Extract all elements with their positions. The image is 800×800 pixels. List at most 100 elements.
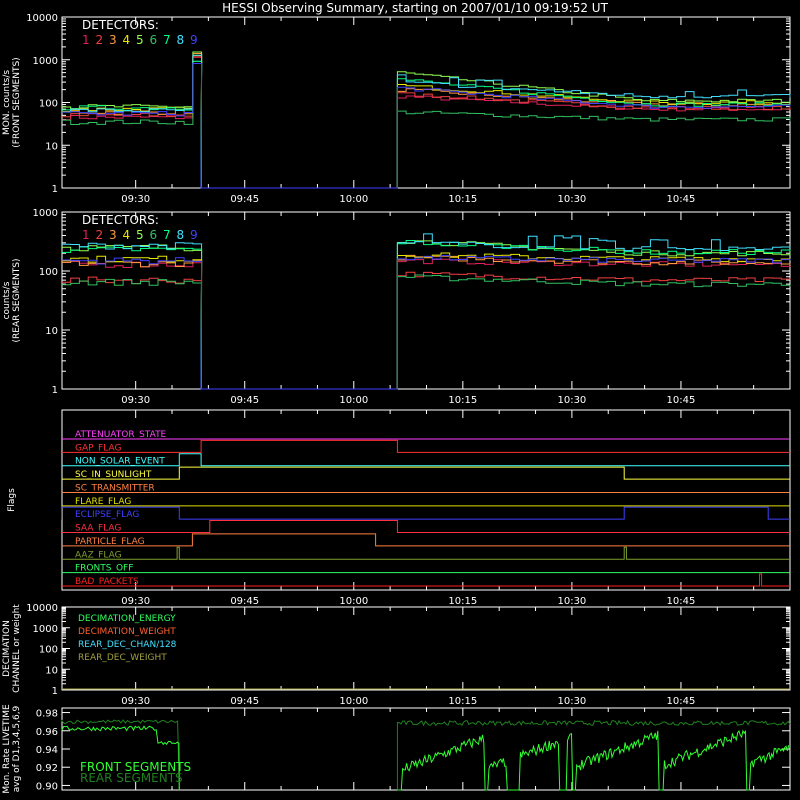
y-axis-label-flags: Flags — [7, 488, 17, 512]
flag-label-fronts-off: FRONTS_OFF — [75, 564, 133, 574]
y-axis-label-line: Mon. Rate LIVETIME — [2, 704, 12, 794]
y-axis-label-line: counts/s — [2, 281, 12, 319]
legend-detector-9: 9 — [190, 228, 198, 242]
y-axis-label-rear: counts/s(REAR SEGMENTS) — [2, 258, 22, 342]
legend-detector-3: 3 — [109, 228, 117, 242]
series-detector-5 — [62, 51, 791, 189]
y-axis-label-decimation: DECIMATIONCHANNEL or weight — [2, 604, 22, 693]
flag-line-particle-flag — [62, 533, 790, 547]
flag-label-saa-flag: SAA_FLAG — [75, 524, 121, 534]
flag-label-gap-flag: GAP_FLAG — [75, 443, 121, 453]
x-tick-label: 09:30 — [121, 395, 150, 406]
y-axis-label-front: MON. counts/s(FRONT SEGMENTS) — [2, 57, 22, 147]
legend-detector-7: 7 — [163, 228, 171, 242]
y-axis-label-line: CHANNEL or weight — [12, 604, 22, 693]
series-detector-6 — [62, 274, 791, 390]
y-tick-label: 1 — [52, 686, 58, 697]
legend-detector-7: 7 — [163, 33, 171, 47]
x-tick-label: 09:30 — [121, 194, 150, 205]
flag-label-sc-transmitter: SC_TRANSMITTER — [75, 483, 155, 493]
y-tick-label: 10 — [45, 665, 58, 676]
legend-detector-8: 8 — [177, 228, 185, 242]
x-tick-label: 10:45 — [667, 395, 696, 406]
flag-label-eclipse-flag: ECLIPSE_FLAG — [75, 510, 139, 520]
panel-box — [61, 16, 791, 189]
flag-line-aaz-flag — [62, 546, 790, 560]
x-tick-label: 10:15 — [448, 596, 477, 607]
y-axis-label-line: DECIMATION — [2, 620, 12, 677]
y-tick-label: 10 — [45, 141, 58, 152]
legend-title: DETECTORS: — [82, 18, 159, 32]
y-axis-label-line: (REAR SEGMENTS) — [12, 258, 22, 342]
y-tick-label: 1000 — [33, 208, 58, 219]
legend-detector-9: 9 — [190, 33, 198, 47]
x-tick-label: 10:30 — [557, 395, 586, 406]
flag-label-aaz-flag: AAZ_FLAG — [75, 550, 122, 560]
decimation-legend-item: REAR_DEC_CHAN/128 — [78, 640, 177, 650]
legend-detector-1: 1 — [82, 228, 90, 242]
hessi-summary-chart: HESSI Observing Summary, starting on 200… — [2, 1, 791, 794]
legend-detector-4: 4 — [123, 33, 131, 47]
x-tick-label: 10:45 — [667, 194, 696, 205]
y-tick-label: 10 — [45, 326, 58, 337]
y-axis-label-line: Flags — [7, 488, 17, 512]
decimation-legend-item: DECIMATION_WEIGHT — [78, 627, 176, 637]
x-tick-label: 10:15 — [448, 194, 477, 205]
x-tick-label: 10:00 — [339, 696, 368, 707]
flag-line-eclipse-flag — [61, 506, 790, 520]
legend-detector-2: 2 — [96, 228, 104, 242]
livetime-legend-item: REAR SEGMENTS — [80, 771, 183, 785]
y-tick-label: 1000 — [33, 624, 58, 635]
chart-title: HESSI Observing Summary, starting on 200… — [222, 1, 608, 15]
panel-frame: 09:30 09:45 10:00 10:15 10:30 10:45 — [61, 409, 791, 607]
series-detector-2 — [62, 271, 791, 390]
series-detector-1 — [62, 56, 791, 189]
y-tick-label: 10000 — [26, 603, 58, 614]
x-tick-label: 09:45 — [230, 395, 259, 406]
series-detector-4 — [62, 252, 791, 390]
decimation-legend-item: REAR_DEC_WEIGHT — [78, 653, 167, 663]
x-tick-label: 10:30 — [557, 696, 586, 707]
flag-label-particle-flag: PARTICLE_FLAG — [75, 537, 145, 547]
decimation-legend-item: DECIMATION_ENERGY — [78, 614, 176, 624]
x-tick-label: 10:15 — [448, 395, 477, 406]
series-detector-3 — [62, 53, 791, 189]
x-tick-label: 10:00 — [339, 194, 368, 205]
y-tick-label: 0.90 — [36, 781, 58, 792]
flag-line-saa-flag — [62, 520, 790, 534]
y-tick-label: 100 — [39, 645, 58, 656]
legend-detector-8: 8 — [177, 33, 185, 47]
legend-detector-6: 6 — [150, 33, 158, 47]
y-axis-label-line: avg of D1,3,4,5,6,9 — [12, 705, 22, 792]
panel-box — [61, 409, 791, 591]
x-tick-label: 10:45 — [667, 696, 696, 707]
series-detector-6 — [62, 60, 791, 189]
y-tick-label: 100 — [39, 267, 58, 278]
legend-title: DETECTORS: — [82, 213, 159, 227]
series-detector-1 — [62, 258, 791, 390]
legend-detector-1: 1 — [82, 33, 90, 47]
y-tick-label: 100 — [39, 99, 58, 110]
flag-label-sc-in-sunlight: SC_IN_SUNLIGHT — [75, 470, 152, 480]
x-tick-label: 10:30 — [557, 596, 586, 607]
flag-label-non-solar-event: NON_SOLAR_EVENT — [75, 457, 165, 467]
x-tick-label: 10:00 — [339, 596, 368, 607]
flag-line-gap-flag — [62, 439, 790, 453]
flag-line-sc-in-sunlight — [62, 466, 790, 480]
series-detector-2 — [62, 56, 791, 189]
y-tick-label: 0.92 — [36, 763, 58, 774]
x-tick-label: 10:30 — [557, 194, 586, 205]
y-axis-label-livetime: Mon. Rate LIVETIMEavg of D1,3,4,5,6,9 — [2, 704, 22, 794]
y-tick-label: 0.94 — [36, 745, 58, 756]
y-tick-label: 0.96 — [36, 727, 58, 738]
y-tick-label: 1 — [52, 385, 58, 396]
flag-label-bad-packets: BAD_PACKETS — [75, 577, 139, 587]
y-axis-label-line: (FRONT SEGMENTS) — [12, 57, 22, 147]
y-tick-label: 1000 — [33, 56, 58, 67]
legend-detector-3: 3 — [109, 33, 117, 47]
x-tick-label: 09:30 — [121, 696, 150, 707]
x-tick-label: 10:45 — [667, 596, 696, 607]
x-tick-label: 09:45 — [230, 696, 259, 707]
legend-detector-5: 5 — [136, 228, 144, 242]
flag-label-flare-flag: FLARE_FLAG — [75, 497, 131, 507]
